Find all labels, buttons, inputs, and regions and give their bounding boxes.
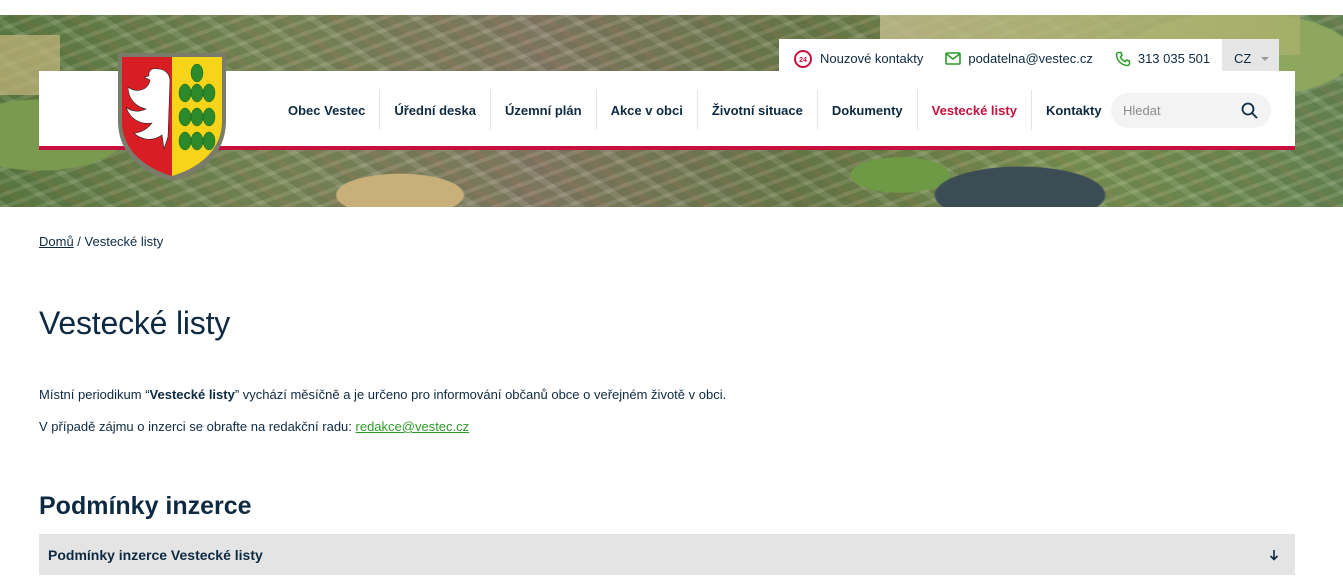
nav-item-uzemni-plan[interactable]: Územní plán [489, 90, 596, 130]
accordion-label: Podmínky inzerce Vestecké listy [48, 546, 263, 563]
nav-item-kontakty[interactable]: Kontakty [1030, 90, 1116, 130]
nav-item-vestecke-listy[interactable]: Vestecké listy [916, 90, 1031, 130]
emergency-24-icon: 24 [794, 49, 812, 68]
search-icon [1241, 102, 1257, 119]
section-title: Podmínky inzerce [39, 492, 252, 520]
breadcrumb-home-link[interactable]: Domů [39, 234, 74, 249]
page-title: Vestecké listy [39, 305, 231, 341]
envelope-icon [945, 52, 962, 65]
intro-bold-name: Vestecké listy [149, 387, 235, 402]
breadcrumb-current: Vestecké listy [84, 234, 164, 249]
search-input[interactable] [1123, 103, 1239, 118]
intro-text: Místní periodikum “Vestecké listy” vychá… [39, 387, 726, 402]
coat-of-arms-logo[interactable] [114, 51, 230, 183]
main-header: Obec Vestec Úřední deska Územní plán Akce v… [39, 53, 1295, 181]
contact-prefix: V případě zájmu o inzerci se obrafte na … [39, 419, 356, 434]
email-label: podatelna@vestec.cz [968, 51, 1093, 66]
nav-item-zivotni-situace[interactable]: Životní situace [696, 90, 817, 130]
contact-text: V případě zájmu o inzerci se obrafte na … [39, 419, 469, 434]
search-button[interactable] [1239, 101, 1259, 121]
nav-item-uredni-deska[interactable]: Úřední deska [379, 90, 490, 130]
nav-item-obec-vestec[interactable]: Obec Vestec [274, 90, 379, 130]
nav-item-dokumenty[interactable]: Dokumenty [816, 90, 917, 130]
svg-text:24: 24 [799, 57, 807, 64]
accordion-toggle[interactable]: Podmínky inzerce Vestecké listy [39, 534, 1295, 575]
emergency-contacts-label: Nouzové kontakty [820, 51, 924, 66]
search-box [1111, 93, 1271, 128]
phone-icon [1115, 51, 1131, 66]
chevron-down-icon [1261, 56, 1270, 61]
arrow-down-icon [1269, 549, 1279, 561]
main-nav: Obec Vestec Úřední deska Územní plán Akce v… [274, 90, 1116, 130]
intro-suffix: ” vychází měsíčně a je určeno pro inform… [234, 387, 727, 402]
phone-label: 313 035 501 [1137, 51, 1211, 66]
breadcrumb-separator: / [73, 234, 85, 249]
breadcrumb: Domů / Vestecké listy [39, 234, 163, 249]
intro-prefix: Místní periodikum “ [39, 387, 150, 402]
nav-item-akce-v-obci[interactable]: Akce v obci [595, 90, 697, 130]
editorial-email-link[interactable]: redakce@vestec.cz [356, 419, 470, 434]
language-value: CZ [1234, 51, 1252, 66]
